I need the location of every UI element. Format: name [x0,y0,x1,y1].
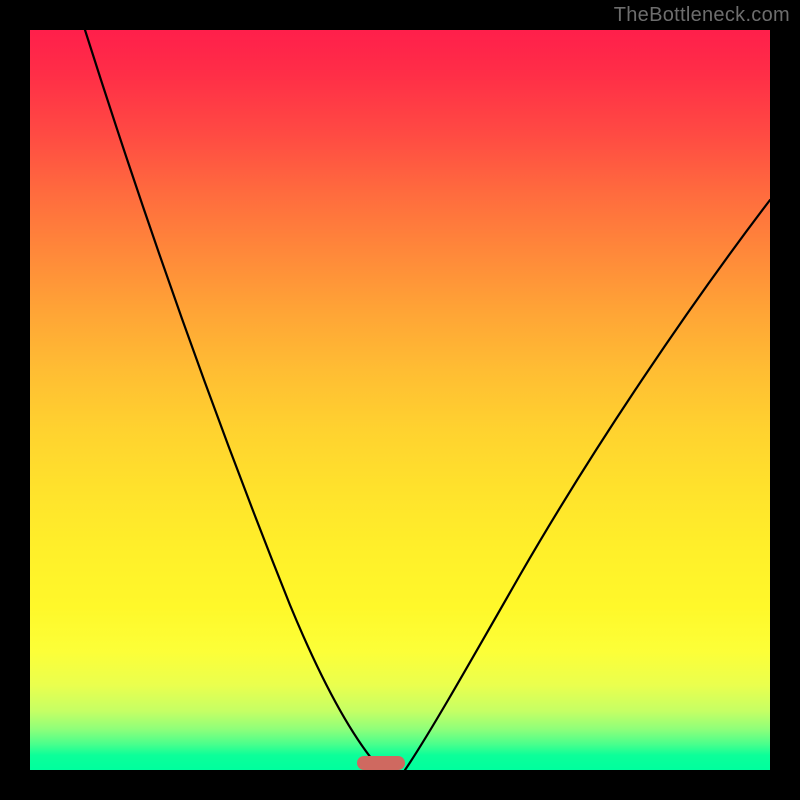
curve-left [85,30,381,770]
bottleneck-curve [30,30,770,770]
optimal-range-marker [357,756,405,770]
watermark-text: TheBottleneck.com [614,4,790,27]
gradient-plot-area [30,30,770,770]
chart-frame: TheBottleneck.com [0,0,800,800]
curve-right [405,200,770,770]
